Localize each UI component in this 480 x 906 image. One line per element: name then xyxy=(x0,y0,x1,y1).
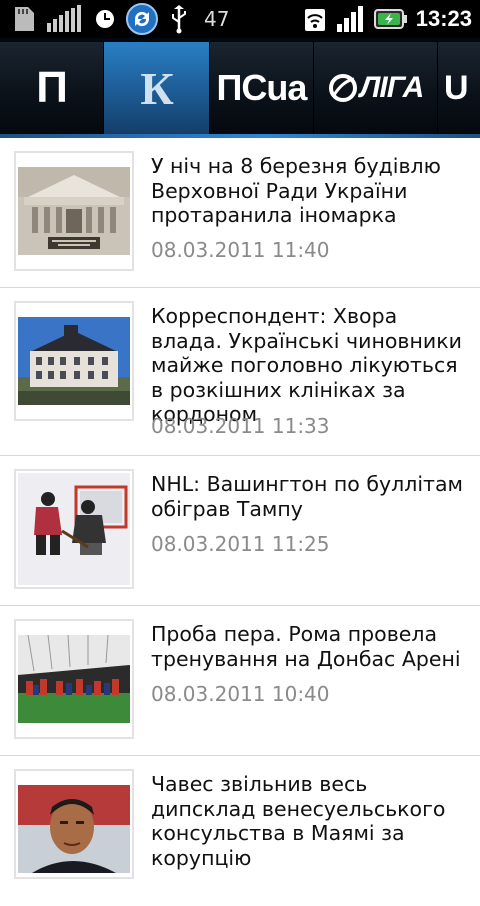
news-date: 08.03.2011 11:33 xyxy=(151,414,330,438)
usb-icon xyxy=(168,4,190,34)
cell-signal-icon xyxy=(336,5,366,33)
news-date: 08.03.2011 10:40 xyxy=(151,682,330,706)
source-tab-bar: П К ПСua ЛIГА U xyxy=(0,38,480,138)
status-bar: 47 13:23 xyxy=(0,0,480,38)
tab-ps-ua-logo: ПСua xyxy=(216,67,308,108)
news-headline: У ніч на 8 березня будівлю Верховної Рад… xyxy=(151,154,441,227)
status-bar-right: 13:23 xyxy=(302,4,472,34)
tab-liga[interactable]: ЛIГА xyxy=(314,42,438,134)
news-item[interactable]: Чавес звільнив весь дипсклад венесуельсь… xyxy=(0,756,480,906)
wifi-icon xyxy=(302,6,328,32)
sd-card-icon xyxy=(12,6,36,32)
news-thumbnail xyxy=(14,769,134,879)
news-headline: Чавес звільнив весь дипсклад венесуельсь… xyxy=(151,772,446,870)
news-date: 08.03.2011 11:40 xyxy=(151,238,330,262)
news-item[interactable]: Проба пера. Рома провела тренування на Д… xyxy=(0,606,480,756)
tab-korrespondent-logo: К xyxy=(140,62,173,114)
hockey-game-image xyxy=(18,473,130,585)
liga-globe-icon xyxy=(328,74,357,102)
news-item[interactable]: У ніч на 8 березня будівлю Верховної Рад… xyxy=(0,138,480,288)
tab-next-source-logo: U xyxy=(444,68,469,107)
status-bar-left: 47 xyxy=(12,3,230,35)
news-thumbnail xyxy=(14,301,134,421)
signal-bars-icon xyxy=(46,5,84,33)
tab-ps-ua[interactable]: ПСua xyxy=(210,42,314,134)
tab-next-source[interactable]: U xyxy=(438,42,480,134)
news-headline: Проба пера. Рома провела тренування на Д… xyxy=(151,622,461,671)
sync-icon xyxy=(126,3,158,35)
football-training-image xyxy=(18,635,130,723)
news-headline: Корреспондент: Хвора влада. Українські ч… xyxy=(151,304,462,426)
chavez-portrait-image xyxy=(18,785,130,873)
tab-korrespondent[interactable]: К xyxy=(104,42,210,134)
news-thumbnail xyxy=(14,469,134,589)
tab-pravda-logo: П xyxy=(36,63,68,112)
news-item[interactable]: NHL: Вашингтон по буллітам обіграв Тампу… xyxy=(0,456,480,606)
tab-pravda[interactable]: П xyxy=(0,42,104,134)
news-date: 08.03.2011 11:25 xyxy=(151,532,330,556)
hospital-clinic-image xyxy=(18,317,130,405)
tab-liga-logo: ЛIГА xyxy=(359,71,424,104)
news-item[interactable]: Корреспондент: Хвора влада. Українські ч… xyxy=(0,288,480,456)
notification-count: 47 xyxy=(204,7,230,31)
news-thumbnail xyxy=(14,151,134,271)
news-thumbnail xyxy=(14,619,134,739)
battery-charging-icon xyxy=(373,7,408,31)
clock-time: 13:23 xyxy=(415,6,472,31)
alarm-clock-icon xyxy=(94,8,116,30)
parliament-building-image xyxy=(18,167,130,255)
news-headline: NHL: Вашингтон по буллітам обіграв Тампу xyxy=(151,472,463,521)
